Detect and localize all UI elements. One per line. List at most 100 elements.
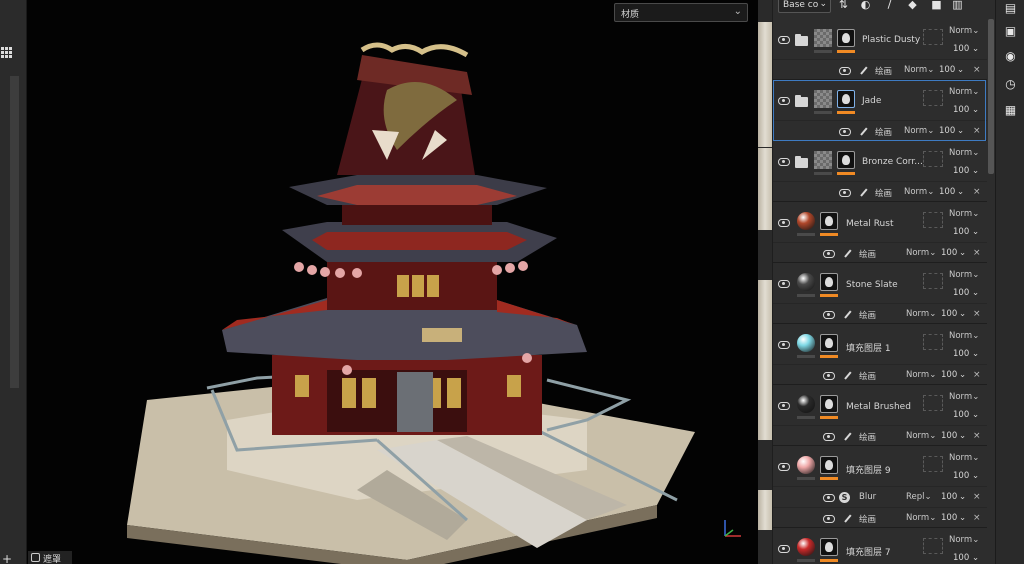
remove-effect-icon[interactable]: × [973,513,981,523]
remove-effect-icon[interactable]: × [973,248,981,258]
layer-header[interactable]: 填充图层 1 Norm⌄ 100 ⌄ [773,324,987,364]
remove-effect-icon[interactable]: × [973,309,981,319]
history-icon[interactable]: ◷ [1004,78,1017,91]
layer-header[interactable]: 填充图层 9 Norm⌄ 100 ⌄ [773,446,987,486]
layer-mask-thumbnail[interactable] [820,334,838,352]
layer-blend-mode[interactable]: Norm⌄ [949,26,979,36]
opacity-stepper-icon[interactable]: ⌄ [959,513,966,523]
effect-row[interactable]: 绘画 Norm⌄ 100 ⌄ × [773,59,987,80]
layer-mask-thumbnail[interactable] [820,538,838,556]
layer-item[interactable]: 填充图层 1 Norm⌄ 100 ⌄ 绘画 Norm⌄ 100 ⌄ × [773,324,987,385]
layer-header[interactable]: Plastic Dusty Norm⌄ 100 ⌄ [773,19,987,59]
effect-row[interactable]: 绘画 Norm⌄ 100 ⌄ × [773,303,987,324]
layer-header[interactable]: Stone Slate Norm⌄ 100 ⌄ [773,263,987,303]
visibility-eye-icon[interactable] [777,279,790,288]
opacity-stepper-icon[interactable]: ⌄ [957,126,964,136]
layer-mask-thumbnail[interactable] [837,90,855,108]
effect-opacity[interactable]: 100 [941,513,957,523]
opacity-stepper-icon[interactable]: ⌄ [972,553,979,563]
effect-opacity[interactable]: 100 [939,126,955,136]
left-scrollbar[interactable] [10,76,19,388]
opacity-stepper-icon[interactable]: ⌄ [959,370,966,380]
visibility-eye-icon[interactable] [822,514,835,523]
layer-opacity[interactable]: 100 [953,471,969,481]
layer-opacity[interactable]: 100 [953,44,969,54]
mask-icon[interactable]: ◐ [859,0,872,11]
material-mode-dropdown[interactable]: 材质 ⌄ [614,3,748,22]
layer-blend-mode[interactable]: Norm⌄ [949,148,979,158]
effect-blend-mode[interactable]: Norm⌄ [906,248,936,258]
layer-opacity[interactable]: 100 [953,349,969,359]
visibility-eye-icon[interactable] [777,401,790,410]
effect-opacity[interactable]: 100 [939,65,955,75]
3d-viewport[interactable]: 材质 ⌄ 遮罩 [27,0,758,564]
effect-row[interactable]: 绘画 Norm⌄ 100 ⌄ × [773,120,987,141]
visibility-eye-icon[interactable] [777,544,790,553]
opacity-stepper-icon[interactable]: ⌄ [957,187,964,197]
opacity-stepper-icon[interactable]: ⌄ [959,309,966,319]
layer-item[interactable]: Plastic Dusty Norm⌄ 100 ⌄ 绘画 Norm⌄ 100 ⌄ … [773,19,987,80]
layer-header[interactable]: Jade Norm⌄ 100 ⌄ [773,80,987,120]
opacity-stepper-icon[interactable]: ⌄ [957,65,964,75]
effect-blend-mode[interactable]: Norm⌄ [904,126,934,136]
opacity-stepper-icon[interactable]: ⌄ [972,410,979,420]
effect-row[interactable]: S Blur Repl⌄ 100 ⌄ × [773,486,987,507]
grid-icon[interactable] [0,44,14,62]
layer-blend-mode[interactable]: Norm⌄ [949,209,979,219]
opacity-stepper-icon[interactable]: ⌄ [959,431,966,441]
add-icon[interactable]: + [2,552,12,564]
opacity-stepper-icon[interactable]: ⌄ [959,248,966,258]
effect-blend-mode[interactable]: Norm⌄ [906,370,936,380]
effect-opacity[interactable]: 100 [939,187,955,197]
display-settings-icon[interactable]: ◉ [1004,50,1017,63]
layer-mask-thumbnail[interactable] [820,273,838,291]
layer-opacity[interactable]: 100 [953,553,969,563]
layer-item[interactable]: Bronze Corr... Norm⌄ 100 ⌄ 绘画 Norm⌄ 100 ⌄… [773,141,987,202]
layers-icon[interactable]: ▤ [1004,2,1017,15]
layer-blend-mode[interactable]: Norm⌄ [949,453,979,463]
layer-item[interactable]: Jade Norm⌄ 100 ⌄ 绘画 Norm⌄ 100 ⌄ × [773,80,987,141]
layer-blend-mode[interactable]: Norm⌄ [949,87,979,97]
layer-header[interactable]: Metal Rust Norm⌄ 100 ⌄ [773,202,987,242]
remove-effect-icon[interactable]: × [973,370,981,380]
effect-blend-mode[interactable]: Norm⌄ [906,513,936,523]
effect-opacity[interactable]: 100 [941,370,957,380]
opacity-stepper-icon[interactable]: ⌄ [972,105,979,115]
effect-row[interactable]: 绘画 Norm⌄ 100 ⌄ × [773,507,987,528]
effect-row[interactable]: 绘画 Norm⌄ 100 ⌄ × [773,425,987,446]
visibility-eye-icon[interactable] [777,35,790,44]
effect-blend-mode[interactable]: Norm⌄ [904,187,934,197]
visibility-eye-icon[interactable] [777,218,790,227]
layer-opacity[interactable]: 100 [953,227,969,237]
layer-opacity[interactable]: 100 [953,410,969,420]
effect-opacity[interactable]: 100 [941,431,957,441]
trash-icon[interactable]: ▥ [951,0,964,11]
folder-icon[interactable]: ■ [930,0,943,11]
effect-row[interactable]: 绘画 Norm⌄ 100 ⌄ × [773,364,987,385]
visibility-eye-icon[interactable] [777,462,790,471]
remove-effect-icon[interactable]: × [973,65,981,75]
visibility-eye-icon[interactable] [822,432,835,441]
effect-opacity[interactable]: 100 [941,492,957,502]
visibility-eye-icon[interactable] [777,340,790,349]
remove-effect-icon[interactable]: × [973,492,981,502]
layer-blend-mode[interactable]: Norm⌄ [949,331,979,341]
visibility-eye-icon[interactable] [777,96,790,105]
layer-opacity[interactable]: 100 [953,105,969,115]
mask-view-button[interactable]: 遮罩 [28,551,72,564]
visibility-eye-icon[interactable] [822,249,835,258]
layer-mask-thumbnail[interactable] [837,29,855,47]
layer-header[interactable]: Bronze Corr... Norm⌄ 100 ⌄ [773,141,987,181]
layer-item[interactable]: Metal Rust Norm⌄ 100 ⌄ 绘画 Norm⌄ 100 ⌄ × [773,202,987,263]
effect-blend-mode[interactable]: Norm⌄ [906,309,936,319]
layer-opacity[interactable]: 100 [953,288,969,298]
opacity-stepper-icon[interactable]: ⌄ [972,44,979,54]
remove-effect-icon[interactable]: × [973,431,981,441]
effect-row[interactable]: 绘画 Norm⌄ 100 ⌄ × [773,242,987,263]
visibility-eye-icon[interactable] [838,127,851,136]
layer-item[interactable]: Stone Slate Norm⌄ 100 ⌄ 绘画 Norm⌄ 100 ⌄ × [773,263,987,324]
visibility-eye-icon[interactable] [838,66,851,75]
effect-opacity[interactable]: 100 [941,248,957,258]
layer-blend-mode[interactable]: Norm⌄ [949,270,979,280]
opacity-stepper-icon[interactable]: ⌄ [972,166,979,176]
